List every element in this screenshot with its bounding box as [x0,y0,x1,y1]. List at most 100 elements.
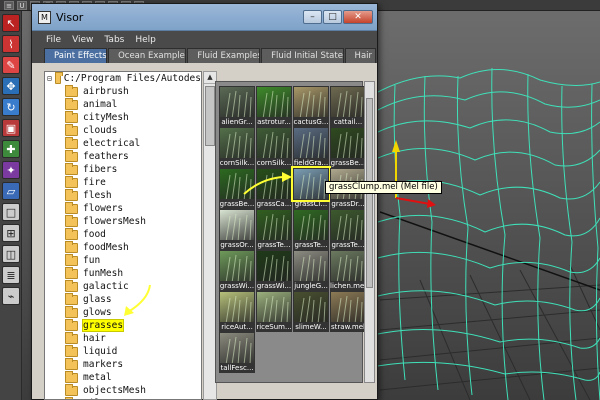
brush-thumbnail[interactable]: tallFesc... [219,332,255,373]
brush-thumbnail[interactable]: fieldGra... [293,127,329,168]
tree-item-fun[interactable]: fun [45,253,201,267]
menu-file[interactable]: File [46,35,61,45]
brush-thumbnail[interactable]: cattail... [330,86,366,127]
brush-preview-image [219,127,255,159]
folder-tree[interactable]: ⊟ C:/Program Files/Autodes airbrush anima… [44,71,202,400]
brush-thumbnail-label: cornSilk... [219,159,255,168]
rotate-icon[interactable]: ↻ [2,98,20,116]
brush-thumbnail[interactable]: grassTe... [330,209,366,250]
brush-preview-image [219,209,255,241]
paint-icon[interactable]: ✎ [2,56,20,74]
brush-thumbnail[interactable]: riceAut... [219,291,255,332]
collapse-icon[interactable]: ⊟ [47,74,52,83]
tree-item-feathers[interactable]: feathers [45,149,201,163]
brush-thumbnail[interactable]: grassCl... [291,166,331,209]
menu-tabs[interactable]: Tabs [104,35,124,45]
maximize-button[interactable]: □ [323,10,342,24]
tab-paint-effects[interactable]: Paint Effects [44,48,108,63]
plane-icon[interactable]: ▱ [2,182,20,200]
tab-hair-examples[interactable]: Hair E [344,48,377,63]
tree-item-label: fun [83,255,101,266]
tree-item-foodmesh[interactable]: foodMesh [45,240,201,254]
soft-mod-icon[interactable]: ✦ [2,161,20,179]
select-icon[interactable]: ↖ [2,14,20,32]
tree-item-clouds[interactable]: clouds [45,123,201,137]
brush-thumbnail[interactable]: straw.mel [330,291,366,332]
brush-thumbnail[interactable]: grassBe... [330,127,366,168]
brush-thumbnail[interactable]: astrotur... [256,86,292,127]
menu-view[interactable]: View [72,35,93,45]
tab-fluid-examples[interactable]: Fluid Examples [187,48,261,63]
brush-thumbnail-label: astrotur... [256,118,292,127]
menu-icon[interactable]: ≡ [4,0,14,10]
graph-icon[interactable]: ⌁ [2,287,20,305]
tree-item-animal[interactable]: animal [45,97,201,111]
brush-thumbnail[interactable]: grassBe... [219,168,255,209]
brush-thumbnail[interactable]: lichen.mel [330,250,366,291]
brush-thumbnail-label: grassBe... [219,200,255,209]
tree-item-label: clouds [83,125,118,136]
brush-thumbnail[interactable]: grassWi... [256,250,292,291]
brush-thumbnail[interactable]: grassTe... [293,209,329,250]
visor-titlebar[interactable]: M Visor – □ ✕ [32,4,377,31]
tree-item-glows[interactable]: glows [45,305,201,319]
outliner-icon[interactable]: ≣ [2,266,20,284]
tree-item-flesh[interactable]: flesh [45,188,201,202]
manipulator-icon[interactable]: ✚ [2,140,20,158]
brush-thumbnail[interactable]: cornSilk... [256,127,292,168]
tree-item-citymesh[interactable]: cityMesh [45,110,201,124]
layout-side-icon[interactable]: ◫ [2,245,20,263]
scale-icon[interactable]: ▣ [2,119,20,137]
tree-item-hair[interactable]: hair [45,331,201,345]
minimize-button[interactable]: – [303,10,322,24]
brush-thumbnail[interactable]: slimeW... [293,291,329,332]
tree-item-fire[interactable]: fire [45,175,201,189]
brush-thumbnail[interactable]: cactusG... [293,86,329,127]
tree-item-glass[interactable]: glass [45,292,201,306]
tree-scroll-thumb[interactable] [205,86,215,146]
menu-help[interactable]: Help [135,35,156,45]
thumbnail-scrollbar[interactable] [364,81,375,383]
tree-item-flowers[interactable]: flowers [45,201,201,215]
magnet-icon[interactable]: U [17,0,27,10]
tree-item-liquid[interactable]: liquid [45,344,201,358]
tree-item-airbrush[interactable]: airbrush [45,84,201,98]
tree-item-galactic[interactable]: galactic [45,279,201,293]
tree-item-grasses[interactable]: grasses [45,318,201,332]
brush-preview-image [330,291,366,323]
tree-item-funmesh[interactable]: funMesh [45,266,201,280]
brush-thumbnail[interactable]: cornSilk... [219,127,255,168]
tab-fluid-initial-states[interactable]: Fluid Initial States [261,48,344,63]
brush-thumbnail[interactable]: grassTe... [256,209,292,250]
brush-thumbnail[interactable]: alienGr... [219,86,255,127]
tree-root[interactable]: ⊟ C:/Program Files/Autodes [45,72,201,85]
brush-preview-image [330,127,366,159]
brush-thumbnail[interactable]: jungleG... [293,250,329,291]
brush-thumbnail-label: grassBe... [330,159,366,168]
move-icon[interactable]: ✥ [2,77,20,95]
brush-thumbnail[interactable]: grassCa... [256,168,292,209]
brush-thumbnail[interactable]: grassOr... [219,209,255,250]
tree-item-objectsmesh[interactable]: objectsMesh [45,383,201,397]
tree-item-flowersmesh[interactable]: flowersMesh [45,214,201,228]
brush-preview-image [330,209,366,241]
tree-item-label: food [83,229,106,240]
brush-preview-image [256,291,292,323]
close-button[interactable]: ✕ [343,10,373,24]
tree-item-electrical[interactable]: electrical [45,136,201,150]
tree-item-food[interactable]: food [45,227,201,241]
tree-item-label: grasses [81,319,125,332]
brush-thumbnail-label: jungleG... [293,282,329,291]
maya-app-icon: M [38,10,51,24]
tree-item-fibers[interactable]: fibers [45,162,201,176]
lasso-icon[interactable]: ⌇ [2,35,20,53]
mesh-surface[interactable] [377,67,600,400]
tab-ocean-examples[interactable]: Ocean Examples [108,48,187,63]
brush-thumbnail[interactable]: riceSum... [256,291,292,332]
layout-four-icon[interactable]: ⊞ [2,224,20,242]
tree-item-label: liquid [83,346,118,357]
tree-item-metal[interactable]: metal [45,370,201,384]
layout-single-icon[interactable]: □ [2,203,20,221]
tree-item-markers[interactable]: markers [45,357,201,371]
brush-thumbnail[interactable]: grassWi... [219,250,255,291]
